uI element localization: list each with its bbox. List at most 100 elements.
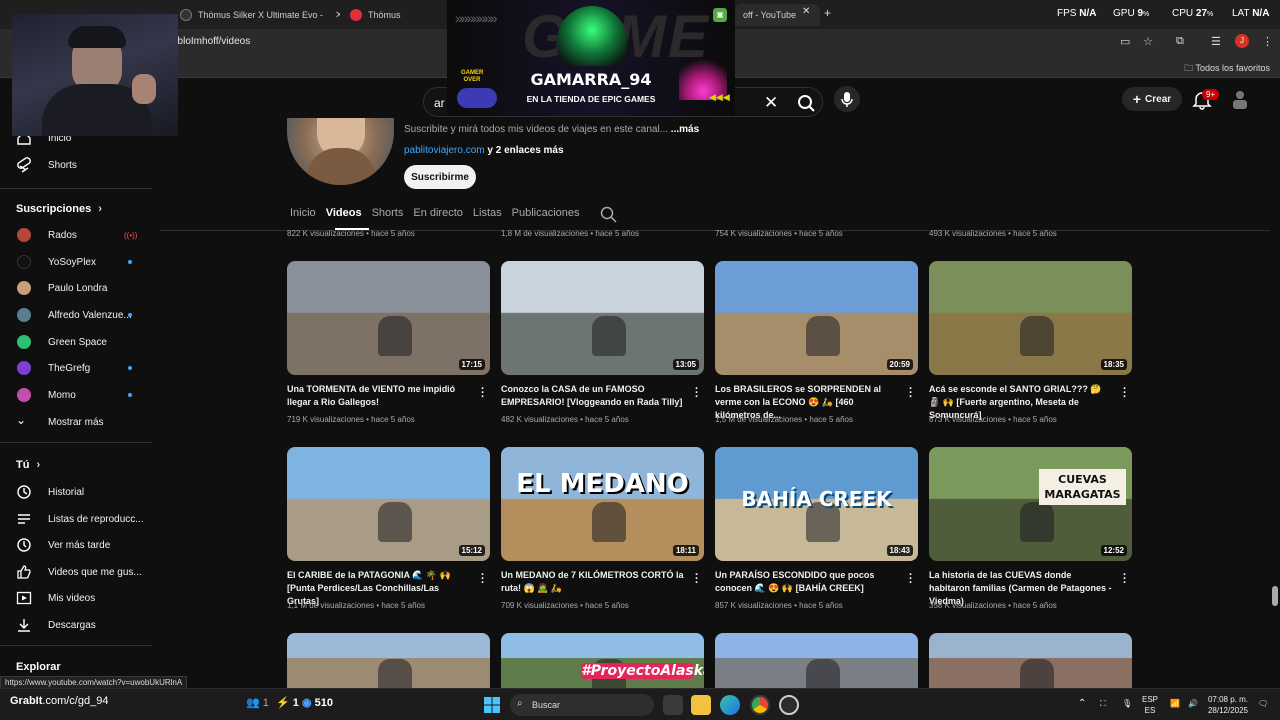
tab-videos[interactable]: Videos (321, 200, 367, 230)
wifi-icon[interactable]: 📶 (1170, 698, 1180, 709)
channel-description[interactable]: Suscribite y mirá todos mis videos de vi… (404, 124, 699, 135)
sidebar-subscription[interactable]: Green Space (0, 329, 160, 355)
cast-icon[interactable]: ▭ (1120, 35, 1130, 48)
more-links[interactable]: y 2 enlaces más (487, 145, 563, 156)
search-icon[interactable] (794, 93, 820, 113)
microphone-icon (841, 92, 853, 107)
video-options-icon[interactable]: · · · (481, 570, 487, 589)
video-title[interactable]: Conozco la CASA de un FAMOSO EMPRESARIO!… (501, 383, 686, 409)
video-options-icon[interactable]: · · · (1123, 570, 1129, 589)
steam-icon[interactable] (779, 695, 799, 715)
channel-website-link[interactable]: pablitoviajero.com (404, 145, 485, 156)
reading-list-icon[interactable]: ☰ (1211, 35, 1221, 48)
voice-search-button[interactable] (834, 86, 860, 112)
sidebar-item-shorts[interactable]: Shorts (0, 152, 160, 178)
star-icon[interactable]: ☆ (1143, 35, 1153, 48)
video-options-icon[interactable]: · · · (695, 384, 701, 403)
tab-publicaciones[interactable]: Publicaciones (507, 200, 585, 230)
tab-shorts[interactable]: Shorts (367, 200, 409, 230)
create-button[interactable]: + Crear (1122, 87, 1182, 111)
video-thumbnail[interactable]: #ProyectoAlaska (501, 633, 704, 688)
page-scrollbar-thumb[interactable] (1272, 586, 1278, 606)
tab-favicon-icon (350, 9, 362, 21)
tab-close-icon[interactable]: ✕ (335, 10, 340, 21)
video-thumbnail[interactable]: 20:59 (715, 261, 918, 375)
video-duration-badge: 18:43 (886, 545, 913, 556)
subscribe-button[interactable]: Suscribirme (404, 165, 476, 189)
sidebar-item-history[interactable]: Historial (0, 479, 160, 505)
channel-search-icon[interactable] (599, 205, 619, 225)
microphone-icon[interactable]: 🎙 (1122, 698, 1132, 709)
video-thumbnail[interactable]: CUEVAS MARAGATAS 12:52 (929, 447, 1132, 561)
sidebar-subscription[interactable]: YoSoyPlex (0, 249, 160, 275)
sidebar-item-playlists[interactable]: Listas de reproducc... (0, 506, 160, 532)
sidebar-item-my-videos[interactable]: Mis videos (0, 585, 160, 611)
clock[interactable]: 07:08 p. m. 28/12/2025 (1206, 694, 1250, 716)
video-title[interactable]: Un PARAÍSO ESCONDIDO que pocos conocen 🌊… (715, 569, 900, 595)
sidebar-item-watch-later[interactable]: Ver más tarde (0, 532, 160, 558)
fps-readout: FPS N/A (1057, 8, 1097, 19)
menu-icon[interactable]: ⋮ (1262, 35, 1273, 48)
new-tab-button[interactable]: + (824, 6, 831, 20)
video-title[interactable]: Una TORMENTA de VIENTO me impidió llegar… (287, 383, 472, 409)
subscriptions-heading[interactable]: Suscripciones › (16, 203, 102, 215)
video-options-icon[interactable]: · · · (909, 570, 915, 589)
search-input[interactable]: ar (434, 96, 445, 110)
video-thumbnail[interactable]: 17:15 (287, 261, 490, 375)
taskbar-search[interactable]: ⌕ Buscar (510, 694, 654, 716)
sidebar-subscription[interactable]: Paulo Londra (0, 275, 160, 301)
notification-center-icon[interactable]: 🗨 (1258, 698, 1268, 709)
url-text[interactable]: abloImhoff/videos (172, 36, 250, 47)
thumbnail-subject (806, 315, 841, 356)
video-thumbnail[interactable]: 15:12 (287, 447, 490, 561)
video-thumbnail[interactable]: 13:05 (501, 261, 704, 375)
task-view-icon[interactable] (663, 695, 683, 715)
sidebar-item-downloads[interactable]: Descargas (0, 612, 160, 638)
tab-en-directo[interactable]: En directo (408, 200, 468, 230)
edge-icon[interactable] (720, 695, 740, 715)
sidebar-subscription[interactable]: Alfredo Valenzue... (0, 302, 160, 328)
extensions-icon[interactable]: ⧉ (1176, 35, 1184, 48)
all-bookmarks-folder[interactable]: 🗀 Todos los favoritos (1184, 61, 1270, 77)
sidebar-subscription[interactable]: Rados ((•)) (0, 222, 160, 248)
chevrons-decoration: »»»»»»» (455, 10, 497, 26)
tab-listas[interactable]: Listas (468, 200, 507, 230)
tab-close-icon[interactable]: ✕ (802, 6, 810, 17)
video-title[interactable]: Un MEDANO de 7 KILÓMETROS CORTÓ la ruta!… (501, 569, 686, 595)
video-thumbnail[interactable]: BAHÍA CREEK 18:43 (715, 447, 918, 561)
sidebar-show-more[interactable]: ⌄ Mostrar más (0, 409, 160, 435)
browser-tab[interactable]: Thömus (350, 4, 445, 26)
new-content-dot (128, 393, 132, 397)
you-heading[interactable]: Tú › (16, 459, 40, 471)
sidebar-subscription[interactable]: Momo (0, 382, 160, 408)
video-thumbnail[interactable]: EL MEDANO 18:11 (501, 447, 704, 561)
account-avatar-icon[interactable] (1230, 88, 1250, 110)
tray-app-icon[interactable]: ⛶ (1100, 698, 1106, 709)
video-options-icon[interactable]: · · · (695, 570, 701, 589)
sidebar-subscription[interactable]: TheGrefg (0, 355, 160, 381)
profile-avatar[interactable]: J (1235, 34, 1249, 48)
viewer-count: 👥 1 (246, 697, 269, 709)
video-meta: 358 K visualizaciones • hace 5 años (929, 601, 1057, 610)
clear-search-icon[interactable]: ✕ (764, 93, 778, 113)
video-options-icon[interactable]: · · · (909, 384, 915, 403)
video-options-icon[interactable]: · · · (1123, 384, 1129, 403)
channel-avatar (17, 388, 31, 402)
video-thumbnail[interactable] (287, 633, 490, 688)
browser-tab[interactable]: Thömus Silker X Ultimate Evo - ✕ (180, 4, 340, 26)
chrome-icon[interactable] (750, 695, 770, 715)
sidebar-item-liked[interactable]: Videos que me gus... (0, 559, 160, 585)
language-indicator[interactable]: ESP ES (1142, 694, 1158, 716)
windows-start-icon[interactable] (482, 695, 502, 715)
video-thumbnail[interactable] (715, 633, 918, 688)
file-explorer-icon[interactable] (691, 695, 711, 715)
tab-inicio[interactable]: Inicio (285, 200, 321, 230)
video-thumbnail[interactable] (929, 633, 1132, 688)
video-options-icon[interactable]: · · · (481, 384, 487, 403)
video-thumbnail[interactable]: 18:35 (929, 261, 1132, 375)
volume-icon[interactable]: 🔊 (1188, 698, 1198, 709)
channel-avatar (17, 228, 31, 242)
channel-links[interactable]: pablitoviajero.com y 2 enlaces más (404, 145, 564, 156)
tray-expand-icon[interactable]: ⌃ (1078, 698, 1086, 709)
channel-avatar[interactable] (287, 118, 394, 185)
